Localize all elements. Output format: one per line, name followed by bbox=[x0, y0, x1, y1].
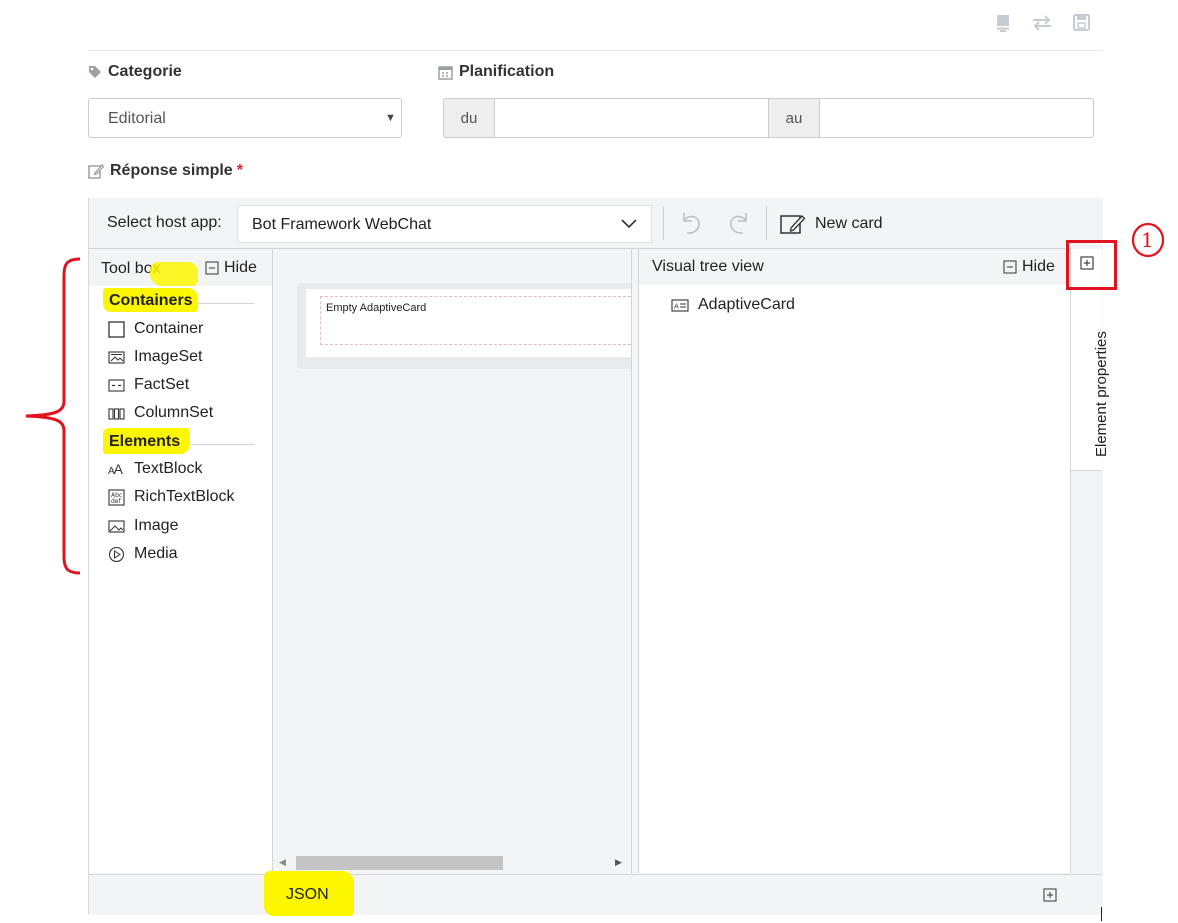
host-app-select[interactable]: Bot Framework WebChat bbox=[237, 205, 652, 243]
categorie-select[interactable]: Editorial ▼ bbox=[88, 98, 402, 138]
toolbox-item-columnset[interactable]: ColumnSet bbox=[108, 399, 213, 427]
scroll-left-icon[interactable]: ◀ bbox=[279, 857, 286, 868]
card-preview[interactable]: Empty AdaptiveCard bbox=[297, 283, 631, 369]
media-icon bbox=[108, 546, 125, 562]
richtextblock-icon: Abcdef bbox=[108, 488, 125, 506]
required-mark: * bbox=[236, 162, 243, 179]
cursor-mark bbox=[1101, 907, 1102, 921]
top-toolbar bbox=[994, 13, 1094, 33]
to-date-input[interactable] bbox=[819, 98, 1094, 138]
new-card-button[interactable]: New card bbox=[780, 212, 883, 236]
collapse-icon bbox=[205, 261, 219, 275]
toolbar-separator bbox=[663, 206, 664, 240]
annotation-box bbox=[1066, 240, 1117, 290]
tag-icon bbox=[89, 66, 101, 78]
card-surface: Empty AdaptiveCard bbox=[306, 289, 631, 357]
toolbox-item-textblock[interactable]: AA TextBlock bbox=[108, 455, 202, 483]
toolbox-item-media[interactable]: Media bbox=[108, 540, 178, 568]
toolbox-hide-button[interactable]: Hide bbox=[205, 259, 257, 277]
toolbox-hide-label: Hide bbox=[224, 259, 257, 276]
scrollbar-thumb[interactable] bbox=[296, 856, 503, 870]
container-icon bbox=[108, 320, 125, 338]
redo-icon[interactable] bbox=[726, 209, 752, 237]
categorie-label: Categorie bbox=[88, 62, 182, 82]
tree-node-adaptivecard[interactable]: A AdaptiveCard bbox=[671, 296, 795, 314]
planification-label-text: Planification bbox=[459, 63, 555, 80]
toolbox-item-image[interactable]: Image bbox=[108, 512, 178, 540]
reponse-label-text: Réponse simple bbox=[110, 162, 233, 179]
svg-text:def: def bbox=[111, 498, 122, 505]
toolbox-title-highlight bbox=[150, 262, 198, 286]
new-card-label: New card bbox=[815, 215, 883, 232]
toolbox-item-imageset[interactable]: ImageSet bbox=[108, 343, 202, 371]
columnset-icon bbox=[108, 407, 125, 420]
elements-divider bbox=[190, 444, 254, 445]
list-icon[interactable] bbox=[996, 14, 1010, 32]
toolbar-separator-2 bbox=[766, 206, 767, 240]
canvas-right-border bbox=[631, 249, 639, 873]
host-app-label: Select host app: bbox=[107, 214, 222, 231]
factset-icon bbox=[108, 378, 125, 392]
image-icon bbox=[108, 519, 125, 533]
planification-label: Planification bbox=[438, 62, 554, 82]
to-addon: au bbox=[768, 98, 820, 138]
scroll-right-icon[interactable]: ▶ bbox=[615, 857, 622, 868]
collapse-icon bbox=[1003, 260, 1017, 274]
visual-tree-title: Visual tree view bbox=[652, 258, 764, 275]
header-divider bbox=[88, 50, 1102, 51]
json-tab[interactable]: JSON bbox=[286, 886, 329, 904]
categorie-label-text: Categorie bbox=[108, 63, 182, 80]
toolbox-item-container[interactable]: Container bbox=[108, 315, 203, 343]
elements-header-text: Elements bbox=[109, 433, 181, 450]
json-bar bbox=[89, 874, 1102, 915]
containers-header-text: Containers bbox=[109, 292, 193, 309]
canvas-scrollbar[interactable]: ◀ ▶ bbox=[273, 853, 631, 873]
reponse-label: Réponse simple * bbox=[88, 161, 243, 181]
chevron-down-icon bbox=[621, 219, 637, 229]
caret-down-icon: ▼ bbox=[385, 112, 396, 124]
textblock-icon: AA bbox=[108, 461, 123, 477]
annotation-brace bbox=[25, 257, 81, 575]
from-addon: du bbox=[443, 98, 495, 138]
expand-json-icon[interactable] bbox=[1043, 888, 1057, 902]
toolbox-item-factset[interactable]: FactSet bbox=[108, 371, 189, 399]
visual-tree-hide-button[interactable]: Hide bbox=[1003, 258, 1055, 276]
annotation-number: 1 bbox=[1131, 222, 1165, 258]
tree-node-label: AdaptiveCard bbox=[698, 296, 795, 313]
containers-divider bbox=[198, 303, 254, 304]
svg-text:A: A bbox=[674, 302, 679, 310]
categorie-select-value: Editorial bbox=[108, 110, 166, 127]
save-icon[interactable] bbox=[1073, 14, 1090, 31]
empty-card-placeholder[interactable]: Empty AdaptiveCard bbox=[320, 296, 631, 345]
swap-icon[interactable] bbox=[1032, 15, 1052, 31]
empty-card-text: Empty AdaptiveCard bbox=[326, 302, 427, 314]
from-date-input[interactable] bbox=[494, 98, 769, 138]
new-card-icon bbox=[780, 215, 806, 234]
undo-icon[interactable] bbox=[678, 209, 704, 237]
adaptivecard-icon: A bbox=[671, 298, 689, 312]
visual-tree-panel bbox=[639, 249, 1071, 873]
edit-icon bbox=[88, 164, 104, 179]
host-app-value: Bot Framework WebChat bbox=[252, 216, 432, 233]
element-properties-label: Element properties bbox=[1093, 331, 1110, 457]
imageset-icon bbox=[108, 350, 125, 364]
calendar-icon bbox=[438, 65, 453, 80]
visual-tree-hide-label: Hide bbox=[1022, 258, 1055, 275]
toolbox-item-richtextblock[interactable]: Abc def RichTextBlock bbox=[108, 483, 234, 511]
